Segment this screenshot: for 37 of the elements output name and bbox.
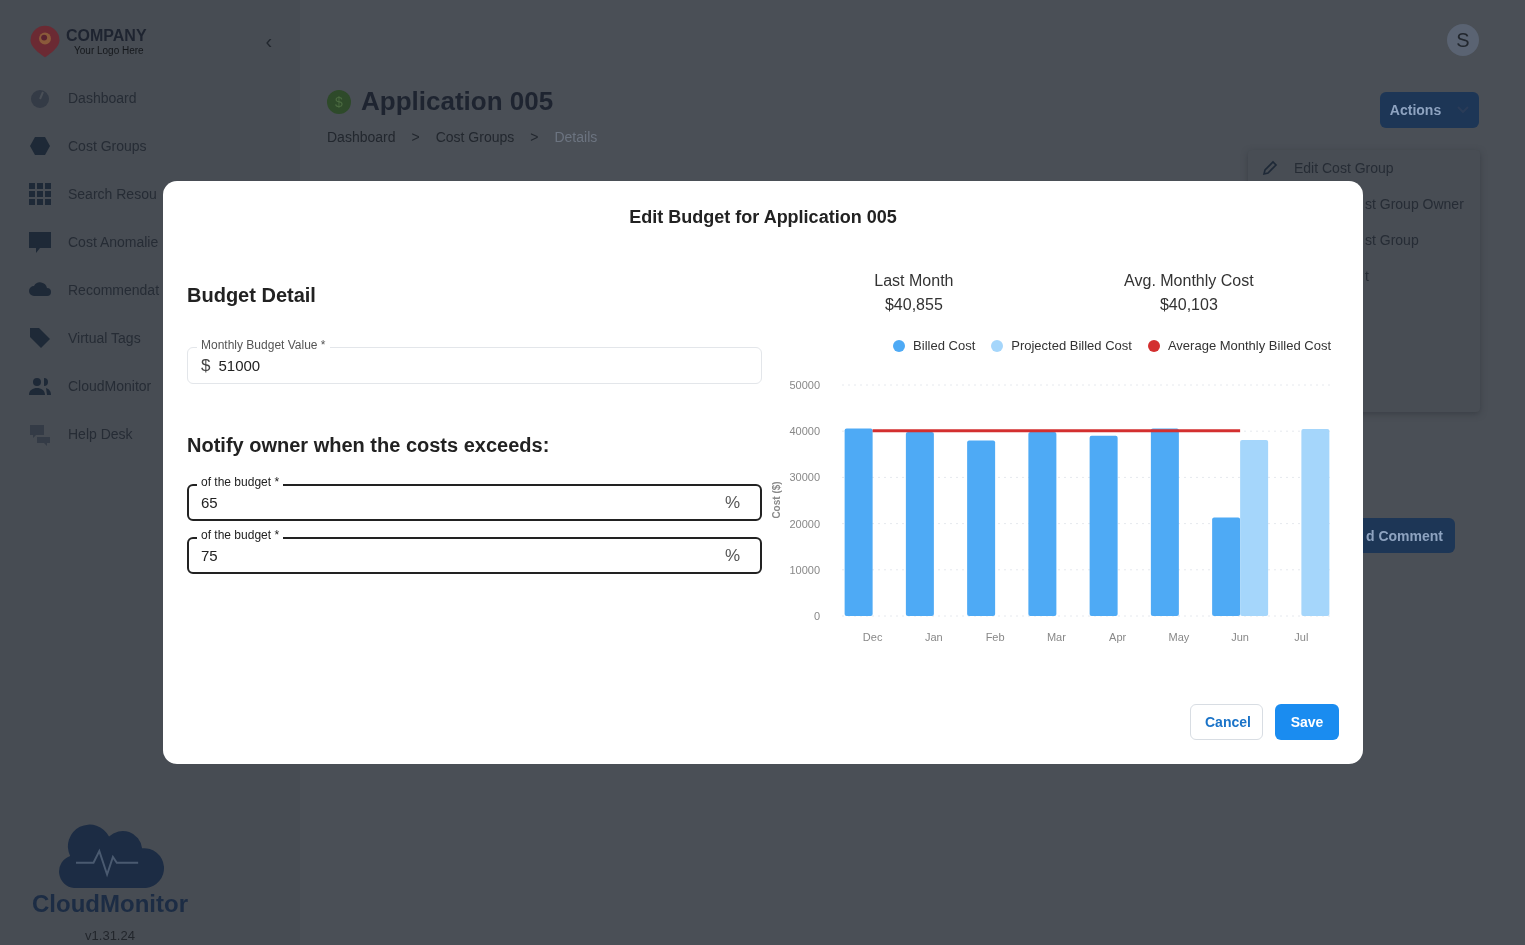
stat-label: Last Month <box>874 272 954 290</box>
field-value: 75 <box>201 547 219 564</box>
axis-tick-label: 10000 <box>789 563 820 576</box>
stat-value: $40,103 <box>1159 296 1218 314</box>
axis-tick-label: Mar <box>1046 631 1066 643</box>
currency-prefix: $ <box>201 355 211 376</box>
stat-label: Avg. Monthly Cost <box>1124 272 1254 290</box>
axis-tick-label: 0 <box>813 610 820 622</box>
breadcrumb-separator: > <box>530 129 539 145</box>
field-value: 51000 <box>218 357 261 374</box>
field-label: of the budget * <box>197 475 284 489</box>
notify-heading: Notify owner when the costs exceeds: <box>187 434 551 457</box>
axis-tick-label: Jan <box>925 631 943 643</box>
axis-tick-label: 40000 <box>789 425 820 438</box>
axis-tick-label: Dec <box>862 631 883 643</box>
axis-tick-label: Jul <box>1294 631 1309 643</box>
dollar-icon: $ <box>327 89 351 114</box>
axis-tick-label: 50000 <box>789 379 820 391</box>
legend-label: Billed Cost <box>913 338 976 353</box>
field-label: of the budget * <box>197 528 284 542</box>
legend-label: Average Monthly Billed Cost <box>1167 338 1331 353</box>
stat-value: $40,855 <box>884 296 943 314</box>
axis-tick-label: Jun <box>1231 631 1249 643</box>
percent-suffix: % <box>724 492 740 513</box>
axis-tick-label: Feb <box>985 631 1005 643</box>
field-label: Monthly Budget Value * <box>197 338 330 352</box>
axis-tick-label: 20000 <box>789 517 820 530</box>
axis-tick-label: May <box>1168 631 1190 643</box>
percent-suffix: % <box>724 545 740 566</box>
section-title: Budget Detail <box>187 284 317 307</box>
axis-title: Cost ($) <box>771 481 782 519</box>
breadcrumb-separator: > <box>411 129 420 145</box>
field-value: 65 <box>201 494 219 511</box>
legend-label: Projected Billed Cost <box>1011 338 1132 353</box>
modal-title: Edit Budget for Application 005 <box>628 207 898 228</box>
axis-tick-label: 30000 <box>789 471 820 484</box>
axis-tick-label: Apr <box>1109 631 1127 643</box>
